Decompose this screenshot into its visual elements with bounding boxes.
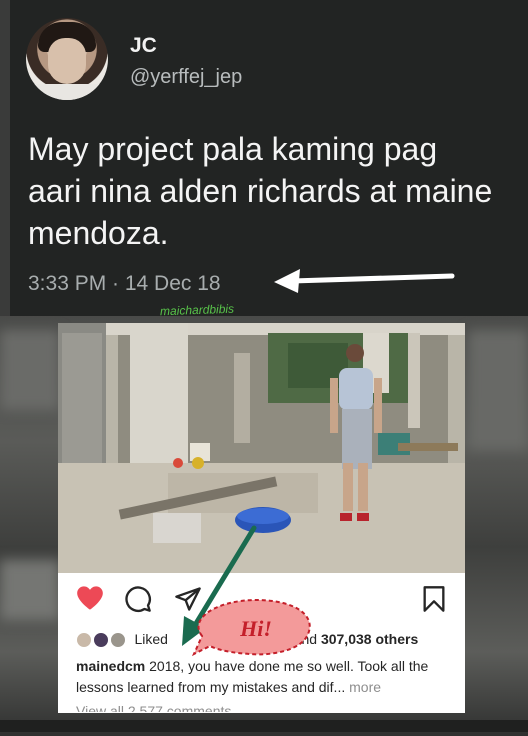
- tweet-author-handle[interactable]: @yerffej_jep: [130, 66, 242, 89]
- bookmark-icon[interactable]: [422, 585, 446, 613]
- tweet-text-line: mendoza.: [28, 215, 169, 251]
- arrow-white-icon: [274, 269, 455, 293]
- hi-speech-bubble: Hi!: [192, 598, 311, 657]
- tweet-text-line: aari nina alden richards at maine: [28, 173, 493, 209]
- caption-more-link[interactable]: more: [349, 679, 381, 695]
- tweet-timestamp[interactable]: 3:33 PM · 14 Dec 18: [28, 272, 221, 296]
- liker-avatar: [109, 632, 126, 649]
- avatar[interactable]: [26, 18, 108, 100]
- background-blur-lower-left: [0, 560, 60, 620]
- liker-avatar: [76, 632, 92, 649]
- tweet-card: JC @yerffej_jep May project pala kaming …: [10, 0, 528, 316]
- tweet-text-line: May project pala kaming pag: [28, 131, 438, 167]
- comment-icon[interactable]: [124, 585, 152, 613]
- watermark: maichardbibis: [159, 301, 235, 319]
- tweet-text: May project pala kaming pag aari nina al…: [28, 128, 528, 254]
- bubble-text: Hi!: [239, 616, 272, 641]
- liker-avatar: [92, 632, 109, 649]
- bottom-edge: [0, 720, 528, 732]
- likes-count[interactable]: 307,038 others: [321, 631, 418, 647]
- liked-label: Liked: [134, 631, 168, 647]
- post-caption: mainedcm 2018, you have done me so well.…: [76, 656, 461, 698]
- background-blur-left: [0, 330, 60, 410]
- background-blur-right: [468, 330, 528, 450]
- caption-username[interactable]: mainedcm: [76, 658, 145, 674]
- heart-icon[interactable]: [76, 585, 104, 611]
- tweet-author-name[interactable]: JC: [130, 34, 157, 58]
- view-comments-link[interactable]: View all 2,577 comments: [76, 702, 231, 712]
